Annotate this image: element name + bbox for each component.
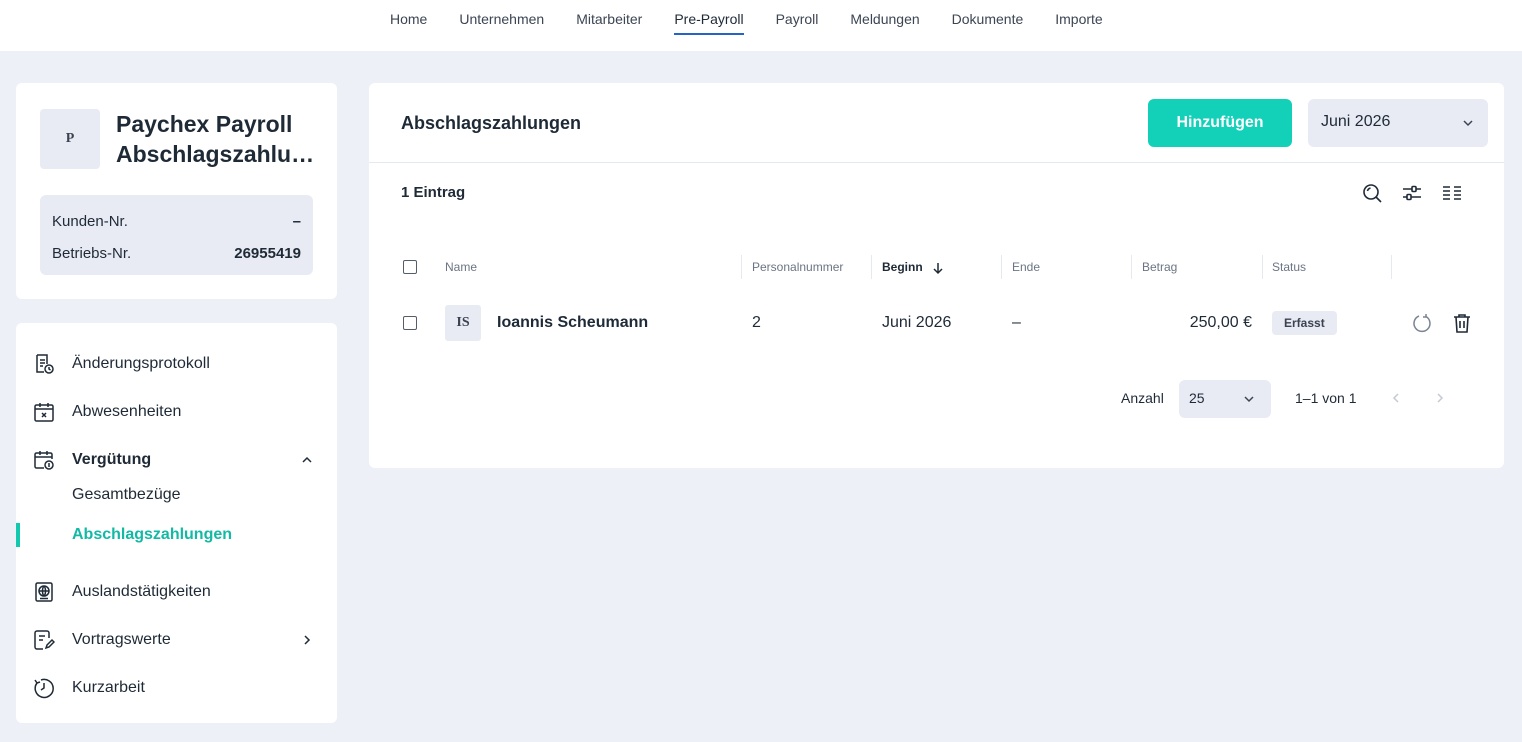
company-name-line2: Abschlagszahlu… xyxy=(116,141,315,167)
column-header-ende[interactable]: Ende xyxy=(1012,260,1040,274)
sort-arrow-down-icon[interactable] xyxy=(931,261,945,275)
betriebs-nr-value: 26955419 xyxy=(234,244,301,262)
betriebs-nr-label: Betriebs-Nr. xyxy=(52,244,132,262)
sidebar-subitem-label: Gesamtbezüge xyxy=(72,486,181,503)
sidebar-subitem-gesamtbezuege[interactable]: Gesamtbezüge xyxy=(16,480,337,512)
globe-document-icon xyxy=(35,582,53,602)
calendar-x-icon xyxy=(34,403,54,422)
page-size-select[interactable]: 25 xyxy=(1179,380,1271,418)
sidebar-menu: Änderungsprotokoll Abwesenheiten Vergütu… xyxy=(16,323,337,723)
sidebar-item-kurzarbeit[interactable]: Kurzarbeit xyxy=(16,668,337,708)
tab-home[interactable]: Home xyxy=(374,0,443,38)
tab-meldungen[interactable]: Meldungen xyxy=(834,0,935,38)
sidebar-item-verguetung[interactable]: Vergütung xyxy=(16,440,337,480)
sidebar-item-label: Auslandstätigkeiten xyxy=(72,583,211,600)
sidebar-item-auslandstaetigkeiten[interactable]: Auslandstätigkeiten xyxy=(16,572,337,612)
reset-icon[interactable] xyxy=(1411,312,1433,334)
sidebar-subitem-label: Abschlagszahlungen xyxy=(72,526,233,543)
column-header-betrag[interactable]: Betrag xyxy=(1142,260,1177,274)
column-separator xyxy=(1262,255,1263,279)
company-logo: P xyxy=(40,109,100,169)
personalnummer-cell: 2 xyxy=(752,314,761,331)
row-checkbox[interactable] xyxy=(403,316,417,330)
sidebar-item-label: Kurzarbeit xyxy=(72,679,145,696)
company-card: P Paychex Payroll Abschlagszahlu… Kunden… xyxy=(16,83,337,299)
company-name-line1: Paychex Payroll xyxy=(116,111,293,137)
ende-cell: – xyxy=(1012,314,1021,331)
select-all-checkbox[interactable] xyxy=(403,260,417,274)
clock-icon xyxy=(34,678,54,699)
avatar: IS xyxy=(445,305,481,341)
kunden-nr-value: – xyxy=(292,212,301,230)
tab-unternehmen[interactable]: Unternehmen xyxy=(443,0,560,38)
month-select[interactable]: Juni 2026 xyxy=(1308,99,1488,147)
edit-document-icon xyxy=(34,630,55,650)
sidebar-item-abwesenheiten[interactable]: Abwesenheiten xyxy=(16,392,337,432)
entry-count: 1 Eintrag xyxy=(401,184,466,201)
tab-mitarbeiter[interactable]: Mitarbeiter xyxy=(560,0,658,38)
chevron-right-icon[interactable] xyxy=(300,633,314,647)
column-header-personalnummer[interactable]: Personalnummer xyxy=(752,260,843,274)
chevron-up-icon[interactable] xyxy=(300,453,314,467)
add-button[interactable]: Hinzufügen xyxy=(1148,99,1292,147)
page-title: Abschlagszahlungen xyxy=(401,113,582,133)
columns-icon[interactable] xyxy=(1441,182,1463,204)
column-header-status[interactable]: Status xyxy=(1272,260,1306,274)
sidebar-item-label: Vergütung xyxy=(72,451,152,468)
column-header-beginn[interactable]: Beginn xyxy=(882,260,923,274)
employee-name[interactable]: Ioannis Scheumann xyxy=(497,314,648,332)
status-badge: Erfasst xyxy=(1272,311,1337,335)
trash-icon[interactable] xyxy=(1451,312,1473,334)
search-icon[interactable] xyxy=(1361,182,1383,204)
column-separator xyxy=(741,255,742,279)
next-page-icon[interactable] xyxy=(1433,391,1447,405)
main-panel: Abschlagszahlungen Hinzufügen Juni 2026 … xyxy=(369,83,1504,468)
sidebar-subitem-abschlagszahlungen[interactable]: Abschlagszahlungen xyxy=(16,520,337,552)
tab-payroll[interactable]: Payroll xyxy=(760,0,835,38)
column-separator xyxy=(1391,255,1392,279)
previous-page-icon[interactable] xyxy=(1389,391,1403,405)
top-nav-tabs: Home Unternehmen Mitarbeiter Pre-Payroll… xyxy=(374,0,1119,38)
tab-importe[interactable]: Importe xyxy=(1039,0,1118,38)
column-separator xyxy=(1131,255,1132,279)
document-clock-icon xyxy=(36,354,54,374)
chevron-down-icon xyxy=(1244,396,1254,403)
chevron-down-icon xyxy=(1463,120,1473,127)
sidebar-item-aenderungsprotokoll[interactable]: Änderungsprotokoll xyxy=(16,344,337,384)
pagination-range: 1–1 von 1 xyxy=(1295,390,1357,406)
tab-pre-payroll[interactable]: Pre-Payroll xyxy=(658,0,759,38)
tab-dokumente[interactable]: Dokumente xyxy=(936,0,1040,38)
header-divider xyxy=(369,162,1504,163)
calendar-money-icon xyxy=(34,451,54,470)
filter-sliders-icon[interactable] xyxy=(1401,182,1423,204)
top-navigation: Home Unternehmen Mitarbeiter Pre-Payroll… xyxy=(0,0,1522,51)
sidebar-item-label: Abwesenheiten xyxy=(72,403,182,420)
month-select-value: Juni 2026 xyxy=(1321,113,1391,130)
betriebs-nr-row: Betriebs-Nr. 26955419 xyxy=(52,237,301,269)
kunden-nr-label: Kunden-Nr. xyxy=(52,212,128,230)
sidebar-item-vortragswerte[interactable]: Vortragswerte xyxy=(16,620,337,660)
company-info-box: Kunden-Nr. – Betriebs-Nr. 26955419 xyxy=(40,195,313,275)
active-indicator xyxy=(16,523,20,547)
beginn-cell: Juni 2026 xyxy=(882,314,952,331)
page-size-label: Anzahl xyxy=(1121,390,1164,406)
column-separator xyxy=(1001,255,1002,279)
column-separator xyxy=(871,255,872,279)
sidebar-item-label: Änderungsprotokoll xyxy=(72,355,210,372)
column-header-name[interactable]: Name xyxy=(445,260,477,274)
kunden-nr-row: Kunden-Nr. – xyxy=(52,205,301,237)
company-name: Paychex Payroll Abschlagszahlu… xyxy=(116,109,326,169)
page-size-value: 25 xyxy=(1189,390,1205,406)
betrag-cell: 250,00 € xyxy=(1189,314,1252,331)
sidebar-item-label: Vortragswerte xyxy=(72,631,171,648)
